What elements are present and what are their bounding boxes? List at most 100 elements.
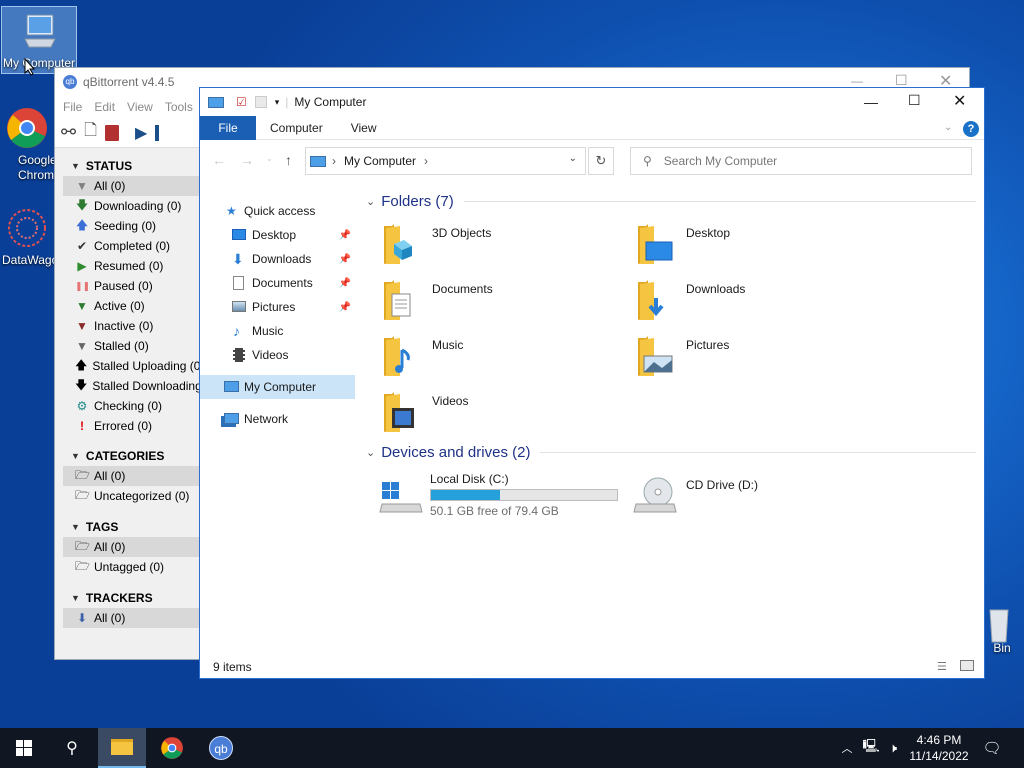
pin-icon[interactable]: 📌 — [339, 278, 351, 289]
qbt-menu-file[interactable]: File — [63, 100, 82, 114]
nav-item-quick-access[interactable]: ★ Quick access — [200, 199, 355, 223]
tag-item-untagged[interactable]: 🗁 Untagged (0) — [63, 557, 199, 577]
status-item-stalled-uploading[interactable]: 🡅 Stalled Uploading (0) — [63, 356, 204, 376]
desktop-icon-my-computer[interactable]: My Computer — [1, 6, 77, 74]
drive-tile-c[interactable]: Local Disk (C:) 50.1 GB free of 79.4 GB — [378, 470, 623, 526]
status-item-all[interactable]: ▼ All (0) — [63, 176, 199, 196]
up-button[interactable]: ↑ — [285, 152, 292, 180]
nav-item-videos[interactable]: Videos — [200, 343, 355, 367]
desktop-icon-chrome[interactable]: Google Chrom — [0, 106, 57, 183]
volume-tray-icon[interactable]: 🕨 — [884, 728, 902, 768]
explorer-minimize-button[interactable]: — — [864, 94, 878, 110]
folder-tile-pictures[interactable]: Pictures — [632, 332, 872, 388]
show-hidden-icons-button[interactable]: ︿ — [838, 728, 856, 768]
notifications-button[interactable]: 🗨 — [978, 728, 1006, 768]
status-item-inactive[interactable]: ▼ Inactive (0) — [63, 316, 199, 336]
pause-icon: ❚❚ — [75, 280, 91, 291]
nav-item-downloads[interactable]: ⬇ Downloads 📌 — [200, 247, 355, 271]
help-icon[interactable]: ? — [963, 121, 979, 137]
drive-tile-d[interactable]: CD Drive (D:) — [632, 470, 877, 526]
categories-section-header[interactable]: ▼ CATEGORIES — [63, 446, 199, 466]
qbt-menu-edit[interactable]: Edit — [94, 100, 115, 114]
ribbon-tab-computer[interactable]: Computer — [256, 116, 337, 140]
folder-tile-downloads[interactable]: Downloads — [632, 276, 872, 332]
search-placeholder: Search My Computer — [663, 154, 778, 168]
nav-item-my-computer[interactable]: My Computer — [200, 375, 355, 399]
taskbar-chrome[interactable] — [148, 728, 196, 768]
pin-icon[interactable]: 📌 — [339, 230, 351, 241]
nav-item-network[interactable]: Network — [200, 407, 355, 431]
address-text[interactable]: My Computer — [344, 154, 416, 168]
qbt-filter-sidebar: ▼ STATUS ▼ All (0) 🡇 Downloading (0) 🡅 Seeding… — [63, 156, 204, 628]
qbt-menu-view[interactable]: View — [127, 100, 153, 114]
forward-button[interactable]: → — [240, 152, 254, 180]
new-folder-icon[interactable] — [254, 96, 267, 108]
back-button[interactable]: ← — [212, 152, 226, 180]
taskbar-qbittorrent[interactable]: qb — [197, 728, 245, 768]
properties-icon[interactable]: ☑ — [236, 95, 247, 109]
large-icons-view-icon[interactable] — [960, 660, 974, 671]
status-item-resumed[interactable]: ▶ Resumed (0) — [63, 256, 199, 276]
ribbon-tab-file[interactable]: File — [200, 115, 256, 140]
filter-label: Inactive (0) — [94, 319, 154, 333]
nav-item-music[interactable]: ♪ Music — [200, 319, 355, 343]
folder-tile-desktop[interactable]: Desktop — [632, 220, 872, 276]
add-torrent-file-icon[interactable]: 🗋 — [84, 119, 97, 146]
status-item-active[interactable]: ▼ Active (0) — [63, 296, 199, 316]
status-item-paused[interactable]: ❚❚ Paused (0) — [63, 276, 199, 296]
qbt-menu-tools[interactable]: Tools — [165, 100, 193, 114]
tag-item-all[interactable]: 🗁 All (0) — [63, 537, 199, 557]
folder-tile-music[interactable]: Music — [378, 332, 618, 388]
folder-tile-3d-objects[interactable]: 3D Objects — [378, 220, 618, 276]
nav-item-desktop[interactable]: Desktop 📌 — [200, 223, 355, 247]
clock[interactable]: 4:46 PM 11/14/2022 — [906, 728, 972, 768]
qbt-minimize-button[interactable]: — — [851, 74, 863, 88]
pin-icon[interactable]: 📌 — [339, 302, 351, 313]
breadcrumb-chevron-icon: › — [332, 154, 336, 168]
refresh-button[interactable]: ↻ — [588, 147, 614, 175]
chevron-down-icon: ▼ — [71, 451, 80, 461]
tracker-item-all[interactable]: ⬇ All (0) — [63, 608, 199, 628]
folder-tile-videos[interactable]: Videos — [378, 388, 618, 444]
pause-icon[interactable] — [155, 124, 160, 141]
details-view-icon[interactable]: ☰ — [937, 660, 947, 673]
tags-section-header[interactable]: ▼ TAGS — [63, 517, 199, 537]
category-item-uncategorized[interactable]: 🗁 Uncategorized (0) — [63, 486, 199, 506]
status-item-errored[interactable]: ! Errored (0) — [63, 416, 199, 436]
trackers-section-header[interactable]: ▼ TRACKERS — [63, 588, 199, 608]
status-item-seeding[interactable]: 🡅 Seeding (0) — [63, 216, 199, 236]
add-magnet-link-icon[interactable]: ⚯ — [61, 122, 76, 143]
status-item-completed[interactable]: ✔ Completed (0) — [63, 236, 199, 256]
address-bar[interactable]: › My Computer › ⌄ — [305, 147, 586, 175]
status-item-stalled-downloading[interactable]: 🡇 Stalled Downloading — [63, 376, 202, 396]
explorer-maximize-button[interactable]: ☐ — [908, 92, 921, 109]
ribbon-tab-view[interactable]: View — [337, 116, 391, 140]
expand-ribbon-icon[interactable]: ⌄ — [944, 122, 952, 133]
desktop-icon-datawago[interactable]: DataWago — [0, 206, 58, 268]
nav-item-documents[interactable]: Documents 📌 — [200, 271, 355, 295]
recent-locations-button[interactable]: ⌄ — [266, 154, 273, 182]
category-item-all[interactable]: 🗁 All (0) — [63, 466, 199, 486]
folder-tile-documents[interactable]: Documents — [378, 276, 618, 332]
pin-icon[interactable]: 📌 — [339, 254, 351, 265]
nav-item-pictures[interactable]: Pictures 📌 — [200, 295, 355, 319]
address-dropdown-icon[interactable]: ⌄ — [569, 153, 577, 164]
delete-icon[interactable] — [104, 124, 119, 141]
explorer-titlebar[interactable]: ☑ ▾ | My Computer — ☐ ✕ — [200, 88, 984, 116]
taskbar-file-explorer[interactable] — [98, 728, 146, 768]
network-tray-icon[interactable]: 🖳 — [860, 728, 882, 768]
search-button[interactable]: ⚲ — [48, 728, 96, 768]
resume-icon[interactable]: ▶ — [135, 123, 147, 143]
explorer-window[interactable]: ☑ ▾ | My Computer — ☐ ✕ File Computer Vi… — [199, 87, 985, 679]
folders-group-header[interactable]: ⌄ Folders (7) — [366, 193, 976, 210]
explorer-close-button[interactable]: ✕ — [953, 91, 966, 111]
search-box[interactable]: ⚲ Search My Computer — [630, 147, 972, 175]
chevron-down-icon: ▼ — [71, 522, 80, 532]
status-item-checking[interactable]: ⚙ Checking (0) — [63, 396, 199, 416]
status-section-header[interactable]: ▼ STATUS — [63, 156, 199, 176]
start-button[interactable] — [0, 728, 48, 768]
status-item-downloading[interactable]: 🡇 Downloading (0) — [63, 196, 199, 216]
quick-access-dropdown-icon[interactable]: ▾ — [275, 97, 280, 108]
status-item-stalled[interactable]: ▼ Stalled (0) — [63, 336, 199, 356]
devices-group-header[interactable]: ⌄ Devices and drives (2) — [366, 444, 976, 461]
